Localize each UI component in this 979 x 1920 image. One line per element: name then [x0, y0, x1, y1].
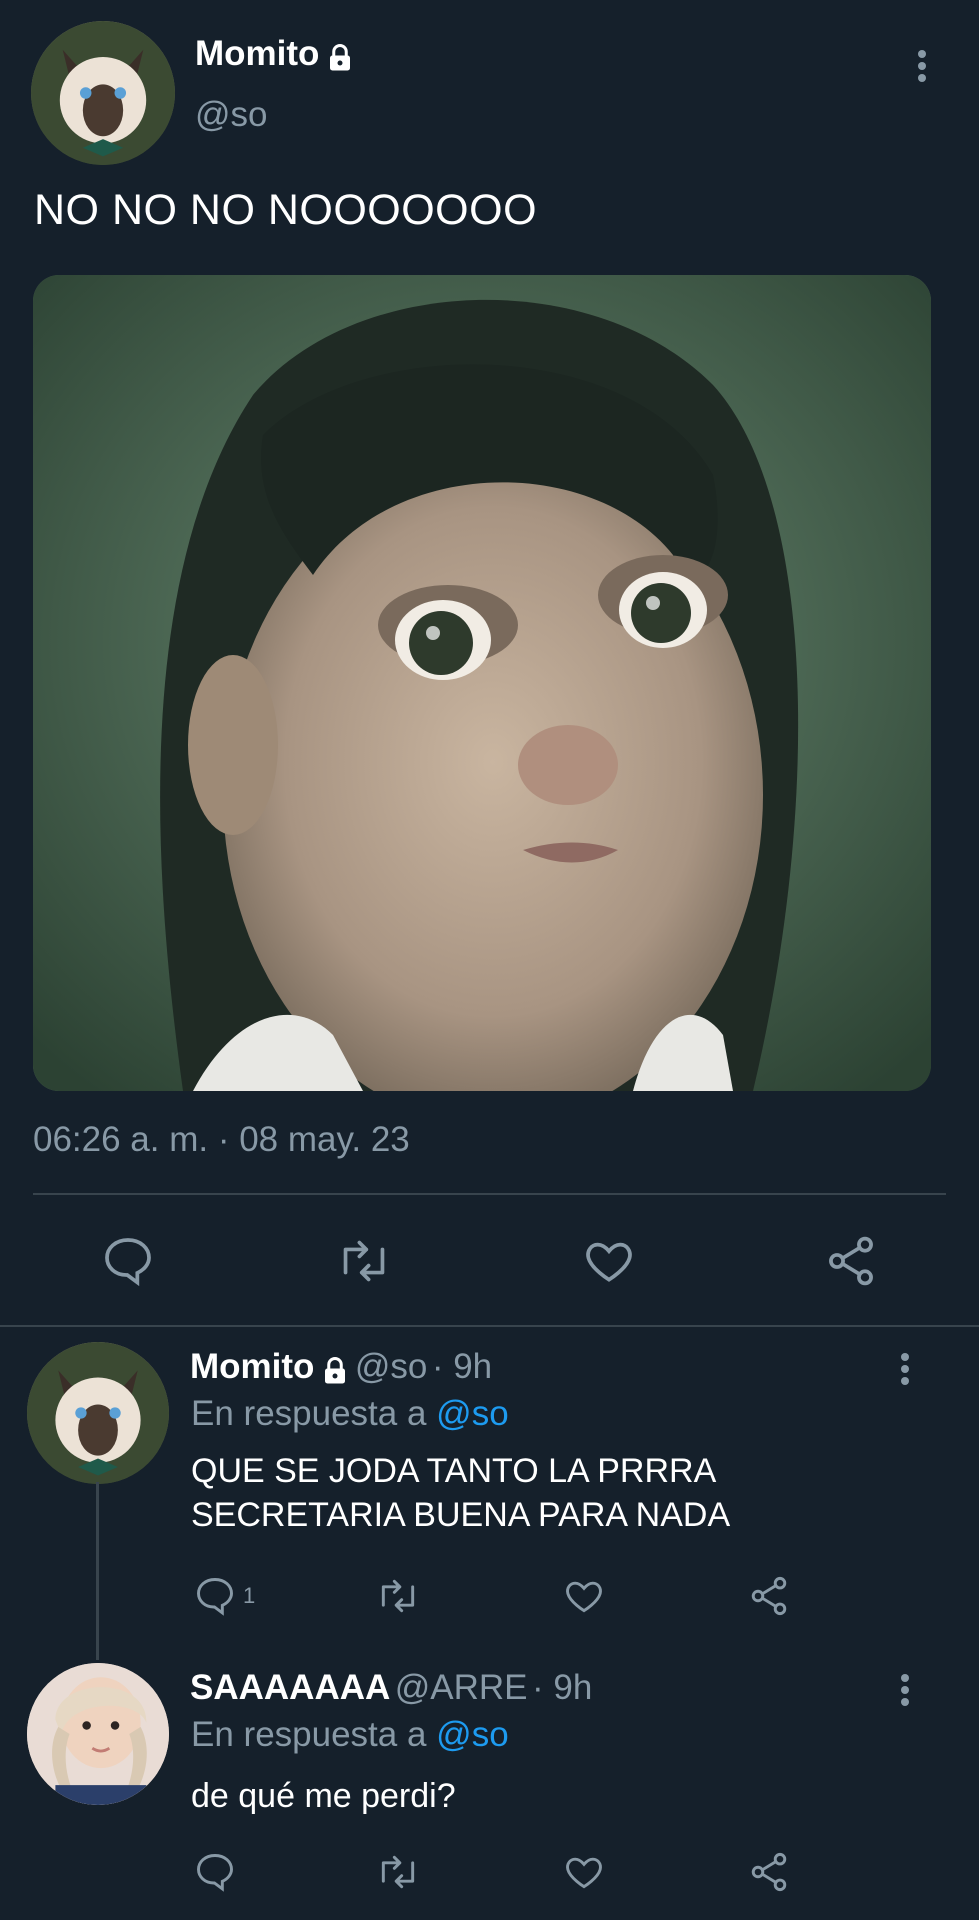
retweet-button[interactable] — [374, 1574, 422, 1618]
reply-avatar[interactable] — [27, 1342, 169, 1484]
retweet-button[interactable] — [334, 1233, 394, 1289]
lock-icon — [325, 43, 355, 78]
share-icon — [751, 1852, 787, 1892]
reply-button[interactable]: 1 — [193, 1574, 255, 1618]
retweet-button[interactable] — [374, 1850, 422, 1894]
more-options-icon[interactable] — [895, 1349, 915, 1389]
retweet-icon — [381, 1855, 415, 1889]
reply-time: · 9h — [431, 1347, 493, 1386]
reply-text-line: QUE SE JODA TANTO LA PRRRA — [191, 1452, 717, 1490]
thread-divider — [0, 1325, 979, 1327]
divider — [33, 1193, 946, 1195]
reply-button[interactable] — [100, 1233, 156, 1289]
reply-text: QUE SE JODA TANTO LA PRRRA SECRETARIA BU… — [191, 1449, 730, 1537]
share-icon — [751, 1576, 787, 1616]
reply-context: En respuesta a @so — [191, 1715, 509, 1755]
reply-icon — [197, 1578, 233, 1616]
reply-text-line: SECRETARIA BUENA PARA NADA — [191, 1496, 731, 1534]
reply-count: 1 — [243, 1583, 256, 1608]
reply-author-handle[interactable]: @ARRE — [395, 1668, 528, 1707]
reply-author-handle[interactable]: @so — [355, 1347, 428, 1386]
reply-icon — [105, 1238, 151, 1287]
tweet-timestamp: 06:26 a. m. · 08 may. 23 — [33, 1120, 410, 1159]
share-button[interactable] — [747, 1850, 791, 1894]
reply-mention[interactable]: @so — [436, 1394, 509, 1433]
reply-prefix: En respuesta a — [191, 1715, 427, 1754]
tweet-image[interactable] — [33, 275, 931, 1091]
share-button[interactable] — [823, 1233, 879, 1289]
reply-button[interactable] — [193, 1850, 237, 1894]
more-options-icon[interactable] — [912, 46, 932, 86]
retweet-icon — [381, 1579, 415, 1613]
reply-prefix: En respuesta a — [191, 1394, 427, 1433]
reply-author-name[interactable]: Momito — [190, 1347, 314, 1386]
heart-icon — [566, 1581, 602, 1613]
like-button[interactable] — [562, 1850, 606, 1894]
share-button[interactable] — [747, 1574, 791, 1618]
reply-context: En respuesta a @so — [191, 1394, 509, 1434]
author-name[interactable]: Momito — [195, 34, 319, 73]
heart-icon — [566, 1857, 602, 1889]
author-handle[interactable]: @so — [195, 95, 268, 135]
reply-mention[interactable]: @so — [436, 1715, 509, 1754]
like-button[interactable] — [581, 1233, 637, 1289]
lock-icon — [320, 1356, 350, 1391]
retweet-icon — [343, 1240, 385, 1282]
reply-text: de qué me perdi? — [191, 1774, 456, 1818]
reply-avatar[interactable] — [27, 1663, 169, 1805]
reply-icon — [197, 1854, 233, 1892]
like-button[interactable] — [562, 1574, 606, 1618]
heart-icon — [586, 1242, 632, 1282]
author-avatar[interactable] — [31, 21, 175, 165]
share-icon — [829, 1236, 873, 1286]
reply-time: · 9h — [531, 1668, 593, 1707]
thread-connector — [96, 1482, 99, 1660]
reply-text-line: de qué me perdi? — [191, 1777, 456, 1815]
reply-author-name[interactable]: SAAAAAAA — [190, 1668, 390, 1707]
tweet-detail-page: Momito @so NO NO NO NOOOOOOO 06:26 a. m.… — [0, 0, 979, 1920]
tweet-text: NO NO NO NOOOOOOO — [34, 186, 538, 234]
more-options-icon[interactable] — [895, 1670, 915, 1710]
